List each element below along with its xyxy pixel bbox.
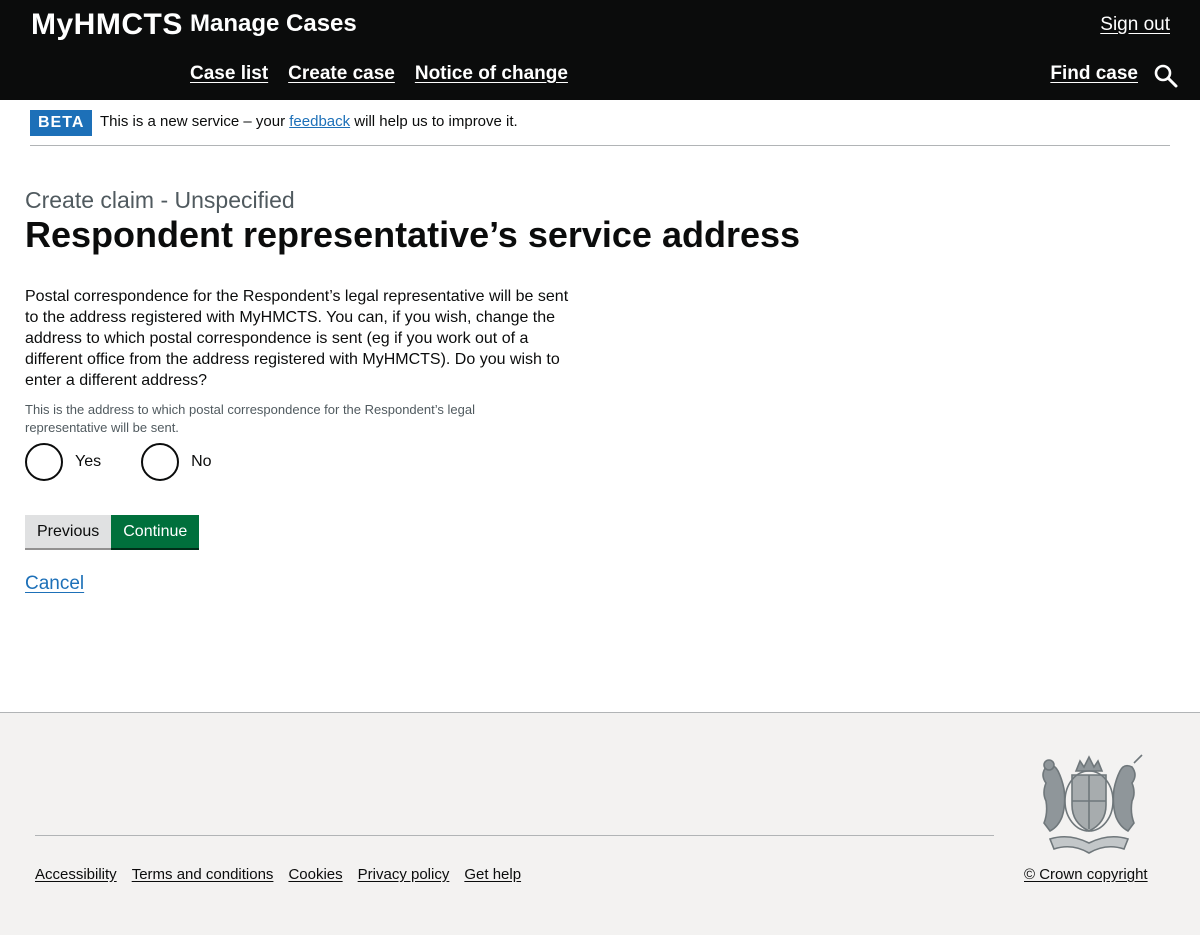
page-caption: Create claim - Unspecified	[25, 187, 295, 213]
footer-link-get-help[interactable]: Get help	[464, 866, 521, 883]
hint-text: This is the address to which postal corr…	[25, 402, 475, 435]
radio-yes-label[interactable]: Yes	[75, 453, 101, 471]
footer-link-cookies[interactable]: Cookies	[288, 866, 342, 883]
footer-divider	[35, 835, 994, 836]
site-header: MyHMCTS Manage Cases Sign out Case list …	[0, 0, 1200, 100]
nav-create-case[interactable]: Create case	[288, 63, 395, 85]
sign-out-link[interactable]: Sign out	[1100, 14, 1170, 36]
primary-nav: Case list Create case Notice of change	[190, 63, 568, 85]
find-case-link[interactable]: Find case	[1050, 63, 1138, 85]
nav-notice-of-change[interactable]: Notice of change	[415, 63, 568, 85]
feedback-link[interactable]: feedback	[289, 113, 350, 130]
site-footer: Accessibility Terms and conditions Cooki…	[0, 712, 1200, 935]
radio-yes[interactable]: Yes	[25, 443, 101, 481]
radio-no[interactable]: No	[141, 443, 212, 481]
service-name[interactable]: Manage Cases	[190, 10, 357, 38]
phase-banner: BETA This is a new service – your feedba…	[30, 109, 1170, 146]
crown-copyright-link[interactable]: © Crown copyright	[1024, 866, 1148, 883]
search-icon[interactable]	[1152, 62, 1180, 90]
continue-button[interactable]: Continue	[111, 515, 200, 548]
phase-text-after: will help us to improve it.	[350, 113, 518, 130]
radio-group: Yes No	[25, 443, 212, 481]
form-buttons: Previous Continue	[25, 515, 200, 548]
royal-coat-of-arms-icon	[1042, 754, 1143, 854]
radio-no-label[interactable]: No	[191, 453, 211, 471]
phase-text-before: This is a new service – your	[100, 113, 290, 130]
footer-link-accessibility[interactable]: Accessibility	[35, 866, 117, 883]
nav-case-list[interactable]: Case list	[190, 63, 268, 85]
footer-link-terms[interactable]: Terms and conditions	[132, 866, 274, 883]
phase-banner-text: This is a new service – your feedback wi…	[100, 113, 518, 130]
brand-logo[interactable]: MyHMCTS	[31, 8, 183, 42]
cancel-link[interactable]: Cancel	[25, 573, 84, 595]
radio-no-input[interactable]	[141, 443, 180, 481]
radio-yes-input[interactable]	[25, 443, 63, 481]
footer-link-privacy[interactable]: Privacy policy	[358, 866, 450, 883]
previous-button[interactable]: Previous	[25, 515, 112, 548]
footer-links: Accessibility Terms and conditions Cooki…	[35, 866, 521, 883]
page-title: Respondent representative’s service addr…	[25, 214, 801, 255]
question-text: Postal correspondence for the Respondent…	[25, 288, 569, 389]
beta-tag: BETA	[30, 110, 93, 136]
